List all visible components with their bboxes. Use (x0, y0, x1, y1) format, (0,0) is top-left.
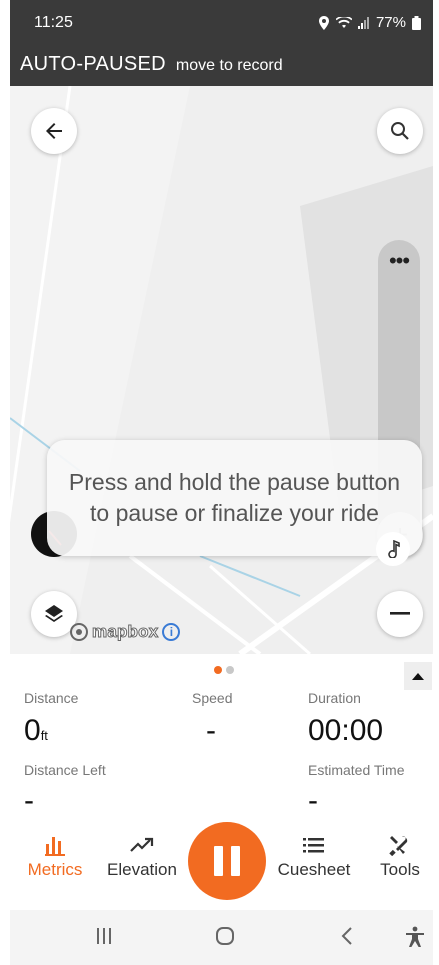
location-icon (318, 15, 329, 30)
nav-metrics-label: Metrics (27, 860, 83, 879)
duration-label: Duration (308, 690, 361, 706)
distance-value: 0ft (24, 714, 48, 748)
auto-paused-subtitle: move to record (175, 57, 283, 74)
distance-left-label: Distance Left (24, 762, 106, 778)
nav-metrics[interactable]: Metrics (24, 830, 86, 880)
chevron-left-icon (341, 927, 352, 945)
map-background (10, 86, 433, 654)
recents-button[interactable] (95, 926, 113, 951)
list-icon (303, 838, 324, 853)
more-dots-icon: ••• (388, 248, 410, 273)
speed-value: - (206, 714, 216, 747)
distance-left-value: - (24, 784, 34, 817)
pause-hint-text: Press and hold the pause button to pause… (68, 469, 401, 526)
nav-elevation-label: Elevation (107, 860, 177, 879)
screen: 11:25 77% AUTO-PAUSED move to record •••… (0, 0, 439, 965)
mapbox-attribution[interactable]: mapbox i (70, 622, 181, 642)
estimated-time-label: Estimated Time (308, 762, 405, 778)
status-icons: 77% (318, 14, 421, 31)
pause-icon-bar-left (214, 846, 223, 876)
pause-hint-tooltip: Press and hold the pause button to pause… (47, 440, 422, 556)
arrow-left-icon (46, 123, 62, 139)
speed-label: Speed (192, 690, 233, 706)
minus-icon (390, 612, 410, 615)
recents-icon (97, 928, 111, 944)
tools-icon (389, 836, 408, 856)
page-indicator[interactable] (214, 666, 234, 674)
search-button[interactable] (377, 108, 423, 154)
home-icon (216, 927, 234, 945)
pause-button[interactable] (188, 822, 266, 900)
status-time: 11:25 (34, 14, 73, 31)
map-view[interactable]: ••• + Press and hold the pause button to… (10, 86, 433, 654)
distance-unit: ft (40, 728, 48, 743)
system-nav-bar (10, 910, 433, 965)
info-button[interactable]: i (162, 623, 181, 641)
pause-icon-bar-right (231, 846, 240, 876)
duration-value: 00:00 (308, 714, 384, 747)
zoom-out-button[interactable] (377, 591, 423, 637)
system-back-button[interactable] (340, 926, 354, 951)
page-dot-1[interactable] (214, 666, 222, 674)
music-note-icon (388, 540, 400, 558)
back-button[interactable] (31, 108, 77, 154)
wifi-icon (335, 16, 352, 28)
layers-icon (45, 605, 63, 622)
more-options-button[interactable]: ••• (378, 240, 420, 282)
accessibility-button[interactable] (405, 926, 425, 953)
battery-icon (412, 15, 421, 30)
nav-cuesheet-label: Cuesheet (277, 860, 351, 879)
nav-tools[interactable]: Tools (372, 830, 428, 880)
auto-paused-bar: AUTO-PAUSED move to record (10, 42, 433, 86)
signal-icon (357, 16, 369, 29)
home-button[interactable] (215, 926, 235, 951)
page-dot-2[interactable] (226, 666, 234, 674)
trending-up-icon (130, 837, 154, 852)
nav-cuesheet[interactable]: Cuesheet (274, 830, 354, 880)
auto-paused-title: AUTO-PAUSED (20, 52, 166, 75)
mapbox-wordmark: mapbox (91, 622, 159, 642)
battery-percent: 77% (375, 14, 406, 31)
audio-button[interactable] (376, 532, 410, 566)
search-icon (391, 122, 409, 140)
estimated-time-value: - (308, 784, 318, 817)
info-icon: i (169, 625, 174, 639)
nav-elevation[interactable]: Elevation (104, 830, 180, 880)
status-bar: 11:25 77% (10, 0, 433, 42)
nav-tools-label: Tools (380, 860, 420, 879)
metrics-panel: Distance 0ft Speed - Duration 00:00 Dist… (10, 654, 433, 910)
distance-number: 0 (24, 714, 41, 747)
bar-chart-icon (45, 837, 65, 856)
accessibility-icon (406, 926, 424, 947)
expand-panel-button[interactable] (404, 662, 432, 690)
distance-label: Distance (24, 690, 79, 706)
mapbox-logo-icon (70, 623, 88, 641)
